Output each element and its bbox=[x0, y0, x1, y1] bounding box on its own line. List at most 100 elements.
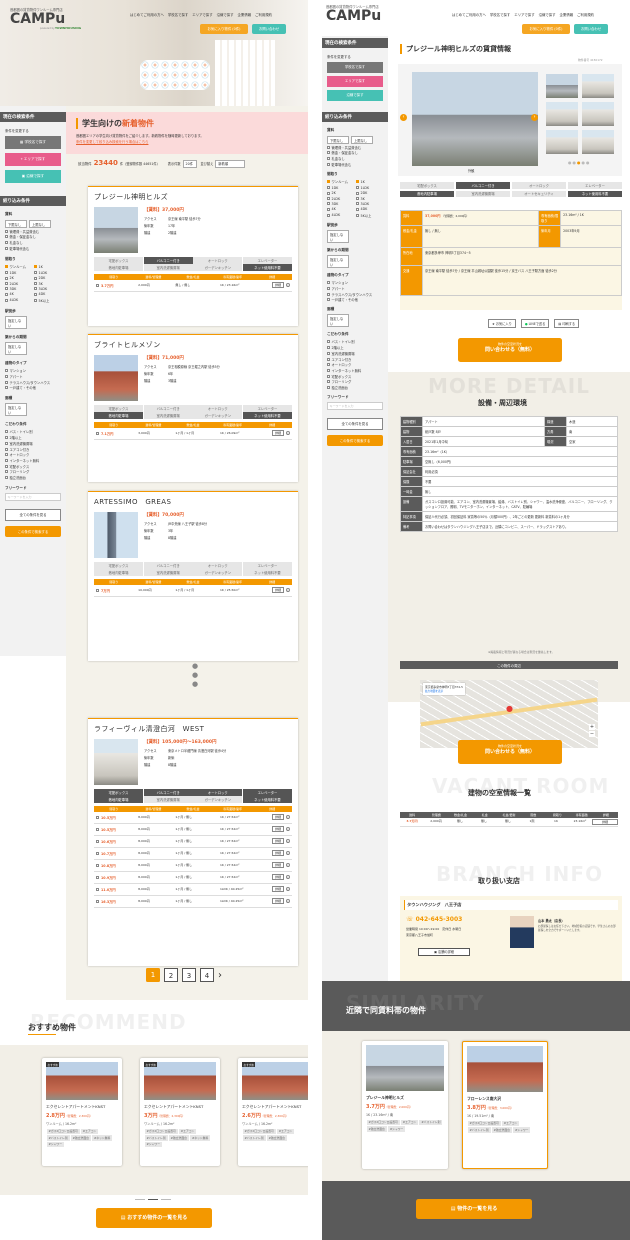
listing-name[interactable]: ARTESSIMO GREAS bbox=[88, 492, 298, 512]
feature-checkbox[interactable]: インターネット無料 bbox=[5, 458, 61, 463]
row-checkbox[interactable] bbox=[96, 815, 99, 819]
row-checkbox[interactable] bbox=[96, 827, 99, 831]
area-select[interactable]: 指定しない bbox=[327, 314, 349, 328]
feature-checkbox[interactable]: 2階以上 bbox=[327, 345, 383, 350]
next-arrow-icon[interactable]: › bbox=[531, 114, 538, 121]
feature-checkbox[interactable]: 2階以上 bbox=[5, 435, 61, 440]
inquiry-button-2[interactable]: 物件の空室状況を 問い合わせる（無料） bbox=[458, 740, 562, 764]
layout-checkbox[interactable]: 4LDK bbox=[327, 213, 354, 218]
row-detail-button[interactable]: 詳細 bbox=[271, 886, 284, 893]
row-checkbox[interactable] bbox=[96, 875, 99, 879]
type-checkbox[interactable]: マンション bbox=[327, 280, 383, 285]
feature-checkbox[interactable]: バス・トイレ別 bbox=[5, 429, 61, 434]
row-checkbox[interactable] bbox=[96, 863, 99, 867]
slider-dot[interactable] bbox=[161, 1199, 171, 1200]
rent-opt-checkbox[interactable]: 管理費・共益費含む bbox=[327, 145, 383, 150]
type-checkbox[interactable]: テラスハウス/タウンハウス bbox=[5, 380, 61, 385]
area-select[interactable]: 指定しない bbox=[5, 403, 27, 417]
rent-opt-checkbox[interactable]: 礼金なし bbox=[327, 156, 383, 161]
feature-checkbox[interactable]: オートロック bbox=[327, 362, 383, 367]
layout-checkbox[interactable]: 5K以上 bbox=[34, 298, 61, 303]
rent-opt-checkbox[interactable]: 管理費・共益費含む bbox=[5, 229, 61, 234]
layout-checkbox[interactable]: 5K以上 bbox=[356, 213, 383, 218]
branch-detail-button[interactable]: ▣ 店舗の詳細 bbox=[418, 948, 470, 956]
layout-checkbox[interactable]: 3K bbox=[34, 282, 61, 286]
nav-school[interactable]: 学校名で探す bbox=[168, 12, 188, 17]
feature-checkbox[interactable]: エアコン付き bbox=[5, 447, 61, 452]
layout-checkbox[interactable]: 2DK bbox=[356, 191, 383, 195]
rent-max-select[interactable]: 上限なし bbox=[29, 220, 51, 228]
layout-checkbox[interactable]: 3LDK bbox=[34, 287, 61, 291]
zoom-in-icon[interactable]: + bbox=[589, 724, 595, 730]
print-button[interactable]: ▤ 印刷する bbox=[554, 319, 580, 328]
next-page-chevron-icon[interactable]: › bbox=[218, 970, 222, 981]
banner-link[interactable]: 条件を変更して絞り込み検索を行う場合はこちら bbox=[76, 139, 298, 144]
nav-terms[interactable]: ご利用規約 bbox=[577, 12, 594, 17]
page-3[interactable]: 3 bbox=[182, 968, 196, 982]
search-by-school-button[interactable]: ▦ 学校名で探す bbox=[5, 136, 61, 149]
feature-checkbox[interactable]: エアコン付き bbox=[327, 357, 383, 362]
right-header-logo[interactable]: CAMPu bbox=[326, 8, 381, 24]
chevron-right-icon[interactable]: › bbox=[286, 588, 290, 593]
map-link[interactable]: 拡大地図を表示 bbox=[425, 689, 463, 693]
per-page-select[interactable]: 20件 bbox=[182, 159, 197, 168]
layout-checkbox[interactable]: 1K bbox=[34, 264, 61, 269]
layout-checkbox[interactable]: 1DK bbox=[327, 186, 354, 190]
rent-min-select[interactable]: 下限なし bbox=[5, 220, 27, 228]
walk-select[interactable]: 指定しない bbox=[5, 316, 27, 330]
show-all-button[interactable]: 全ての条件を見る bbox=[5, 508, 61, 521]
nav-guide[interactable]: はじめてご利用の方へ bbox=[130, 12, 164, 17]
favorites-button[interactable]: お気に入り物件 (0件) bbox=[200, 24, 248, 34]
search-by-line-button[interactable]: ▣ 沿線で探す bbox=[5, 170, 61, 183]
layout-checkbox[interactable]: 1LDK bbox=[356, 186, 383, 190]
similar-list-button[interactable]: ▤ 物件の一覧を見る bbox=[416, 1199, 532, 1219]
search-by-school-button[interactable]: 学校名で探す bbox=[327, 62, 383, 73]
zoom-out-icon[interactable]: − bbox=[589, 731, 595, 737]
line-share-button[interactable]: ● LINEで送る bbox=[520, 319, 550, 328]
thumb-photo[interactable] bbox=[546, 74, 578, 98]
type-checkbox[interactable]: 一戸建て・その他 bbox=[5, 385, 61, 390]
recommend-list-button[interactable]: ▤ おすすめ物件の一覧を見る bbox=[96, 1208, 212, 1228]
map[interactable]: 東京都多摩市神明3丁目374-5 拡大地図を表示 ● + − bbox=[420, 680, 598, 748]
layout-checkbox[interactable]: ワンルーム bbox=[5, 264, 32, 269]
feature-checkbox[interactable]: インターネット無料 bbox=[327, 368, 383, 373]
type-checkbox[interactable]: 一戸建て・その他 bbox=[327, 297, 383, 302]
row-checkbox[interactable] bbox=[96, 283, 99, 287]
nav-line[interactable]: 沿線で探す bbox=[539, 12, 556, 17]
search-by-area-button[interactable]: エリアで探す bbox=[327, 76, 383, 87]
nav-area[interactable]: エリアで探す bbox=[514, 12, 534, 17]
nav-terms[interactable]: ご利用規約 bbox=[255, 12, 272, 17]
feature-checkbox[interactable]: フローリング bbox=[327, 379, 383, 384]
layout-checkbox[interactable]: 3DK bbox=[327, 202, 354, 206]
feature-checkbox[interactable]: 宅配ボックス bbox=[5, 464, 61, 469]
thumb-photo[interactable] bbox=[582, 130, 614, 154]
rent-opt-checkbox[interactable]: 敷金・保証金なし bbox=[5, 234, 61, 239]
layout-checkbox[interactable]: 2DK bbox=[34, 276, 61, 280]
nav-guide[interactable]: はじめてご利用の方へ bbox=[452, 12, 486, 17]
search-button[interactable]: この条件で検索する bbox=[327, 434, 383, 446]
layout-checkbox[interactable]: 4DK bbox=[34, 292, 61, 296]
freeword-input[interactable]: キーワードを入力 bbox=[5, 492, 61, 501]
layout-checkbox[interactable]: 4K bbox=[5, 292, 32, 296]
row-checkbox[interactable] bbox=[96, 588, 99, 592]
chevron-right-icon[interactable]: › bbox=[286, 863, 290, 868]
feature-checkbox[interactable]: フローリング bbox=[5, 469, 61, 474]
similar-card[interactable]: フローレンス南大沢 3.8万円（管理費：3,000円） 1K / 19.51m² /… bbox=[462, 1041, 548, 1169]
layout-checkbox[interactable]: 4LDK bbox=[5, 298, 32, 303]
nav-company[interactable]: 企業情報 bbox=[238, 12, 252, 17]
listing-photo[interactable] bbox=[94, 739, 138, 785]
row-detail-button[interactable]: 詳細 bbox=[271, 826, 284, 833]
type-checkbox[interactable]: アパート bbox=[327, 286, 383, 291]
inquiry-button[interactable]: 物件の空室状況を 問い合わせる（無料） bbox=[458, 338, 562, 362]
search-button[interactable]: この条件で検索する bbox=[5, 525, 61, 537]
row-detail-button[interactable]: 詳細 bbox=[271, 838, 284, 845]
row-detail-button[interactable]: 詳細 bbox=[271, 587, 284, 594]
similar-card[interactable]: プレジール神明ヒルズ 3.7万円（管理費：2,000円） 1K / 23.16m² … bbox=[362, 1041, 448, 1169]
page-1[interactable]: 1 bbox=[146, 968, 160, 982]
layout-checkbox[interactable]: 3LDK bbox=[356, 202, 383, 206]
feature-checkbox[interactable]: 独立洗面台 bbox=[5, 475, 61, 480]
feature-checkbox[interactable]: 宅配ボックス bbox=[327, 374, 383, 379]
feature-checkbox[interactable]: バス・トイレ別 bbox=[327, 339, 383, 344]
type-checkbox[interactable]: アパート bbox=[5, 374, 61, 379]
layout-checkbox[interactable]: 2LDK bbox=[327, 197, 354, 201]
